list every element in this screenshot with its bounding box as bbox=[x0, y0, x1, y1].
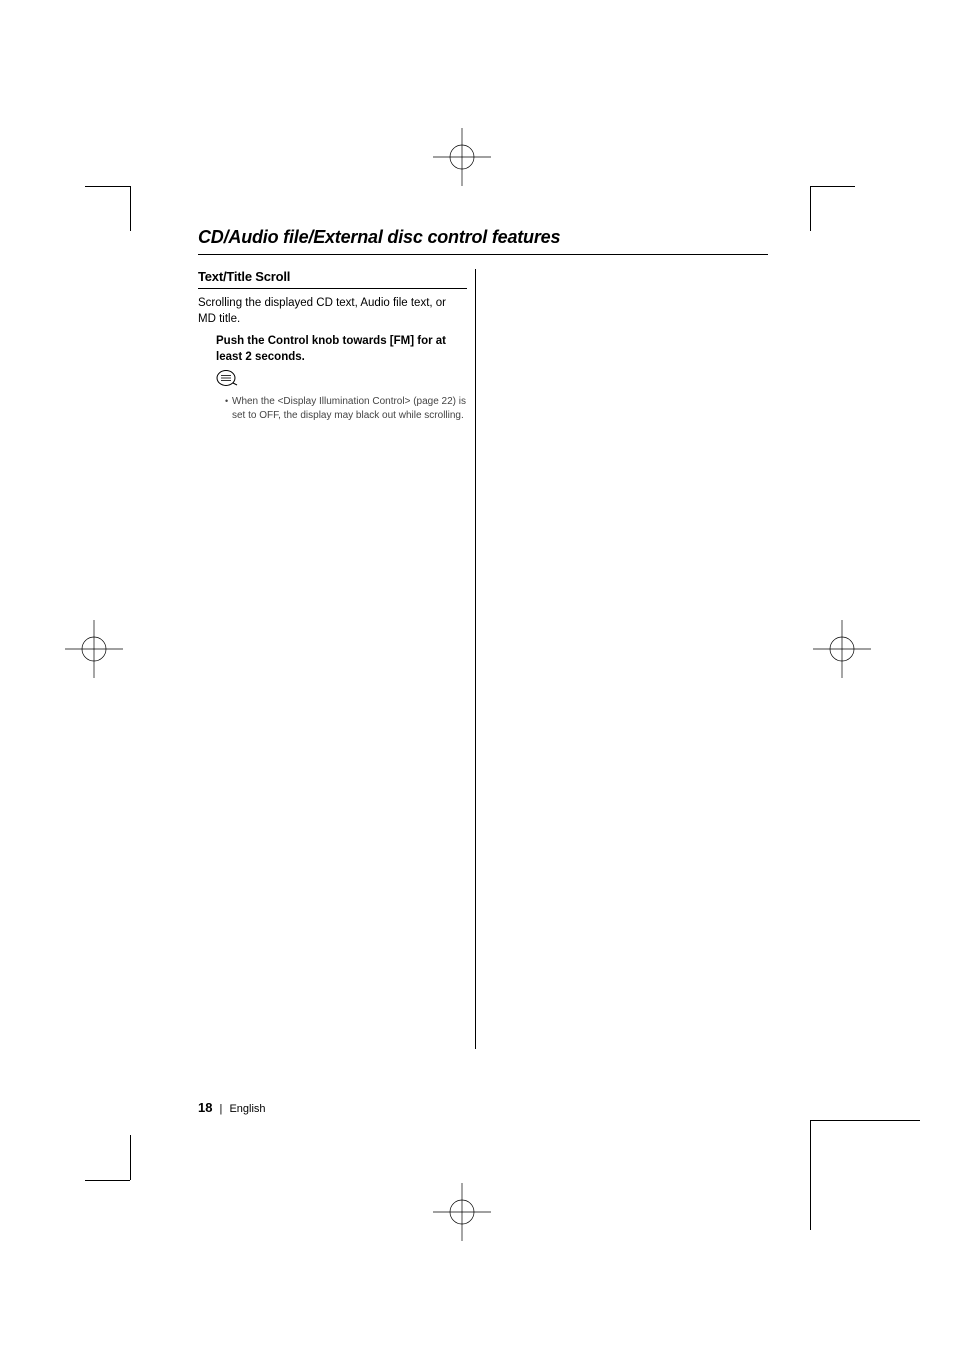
crop-mark bbox=[85, 1180, 130, 1181]
left-column: Text/Title Scroll Scrolling the displaye… bbox=[198, 269, 476, 1049]
content-columns: Text/Title Scroll Scrolling the displaye… bbox=[198, 269, 768, 1049]
note-item: When the <Display Illumination Control> … bbox=[225, 395, 467, 422]
chapter-title: CD/Audio file/External disc control feat… bbox=[198, 227, 768, 248]
footer-language: English bbox=[229, 1103, 265, 1115]
crop-mark bbox=[810, 186, 811, 231]
right-register-mark bbox=[813, 620, 871, 678]
note-icon bbox=[216, 369, 238, 387]
instruction-text: Push the Control knob towards [FM] for a… bbox=[198, 334, 467, 365]
top-register-mark bbox=[433, 128, 491, 186]
page-footer: 18 | English bbox=[198, 1100, 266, 1115]
note-list: When the <Display Illumination Control> … bbox=[198, 395, 467, 422]
crop-mark bbox=[810, 1120, 811, 1230]
crop-mark bbox=[85, 186, 130, 187]
left-register-mark bbox=[65, 620, 123, 678]
crop-mark bbox=[810, 1120, 920, 1121]
section-heading: Text/Title Scroll bbox=[198, 269, 467, 289]
crop-mark bbox=[810, 186, 855, 187]
page-content: CD/Audio file/External disc control feat… bbox=[198, 227, 768, 1049]
page-number: 18 bbox=[198, 1100, 212, 1115]
crop-mark bbox=[130, 186, 131, 231]
title-rule bbox=[198, 254, 768, 255]
footer-separator: | bbox=[220, 1103, 223, 1115]
bottom-register-mark bbox=[433, 1183, 491, 1241]
section-intro: Scrolling the displayed CD text, Audio f… bbox=[198, 296, 467, 327]
crop-mark bbox=[130, 1135, 131, 1180]
